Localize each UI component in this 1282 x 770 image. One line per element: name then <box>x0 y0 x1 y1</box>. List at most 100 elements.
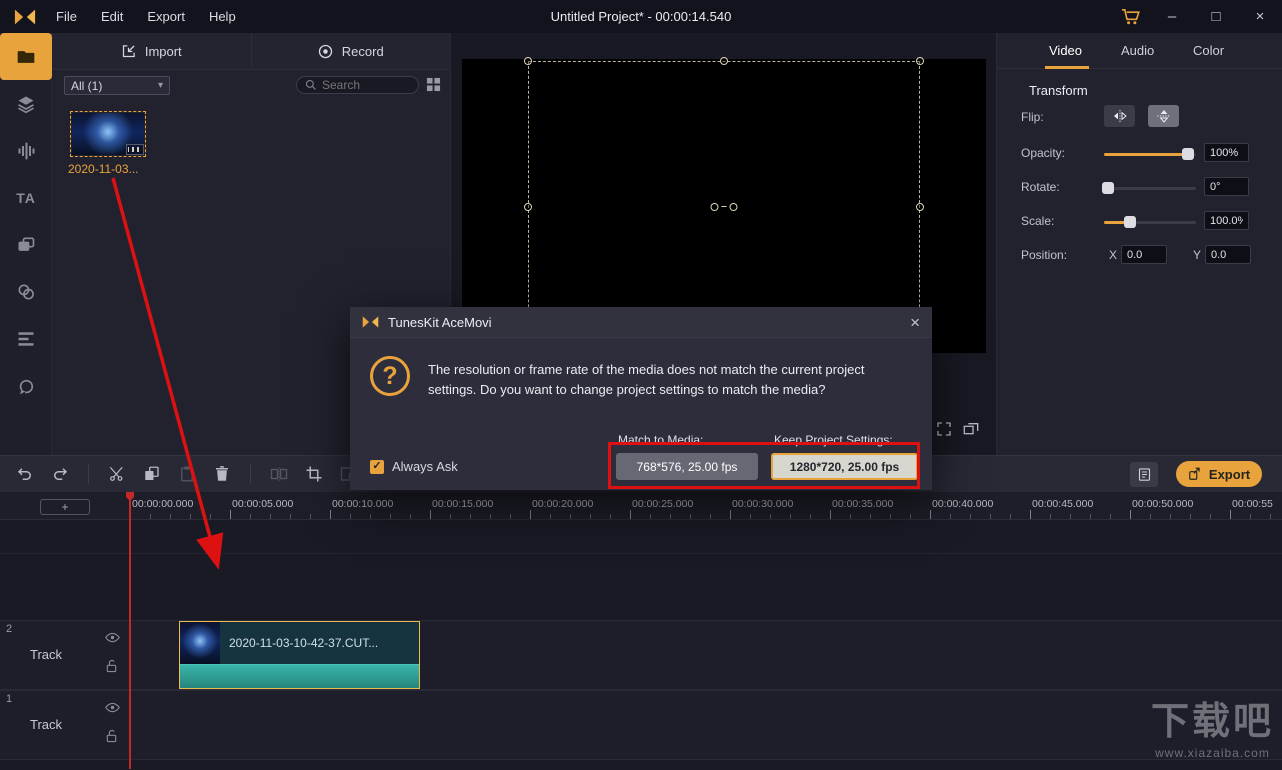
titlebar: File Edit Export Help Untitled Project* … <box>0 0 1282 33</box>
always-ask-checkbox[interactable]: ✓ <box>370 459 384 474</box>
duplicate-icon[interactable] <box>143 465 161 483</box>
add-track-button[interactable]: + <box>40 499 90 515</box>
import-icon <box>121 44 136 59</box>
sidebar-item-text[interactable]: TA <box>0 174 52 221</box>
toolbar-divider <box>250 464 251 484</box>
behaviors-icon <box>16 376 36 396</box>
eye-visibility-icon[interactable] <box>105 702 120 713</box>
lock-icon[interactable] <box>105 659 118 673</box>
scale-value-field[interactable] <box>1204 211 1249 230</box>
rotate-slider-knob[interactable] <box>1102 182 1114 194</box>
sidebar-item-behaviors[interactable] <box>0 362 52 409</box>
flip-vertical-button[interactable] <box>1148 105 1179 127</box>
dialog-close-icon[interactable]: × <box>910 314 920 331</box>
sidebar-item-elements[interactable] <box>0 80 52 127</box>
search-icon <box>305 79 317 91</box>
position-y-field[interactable] <box>1205 245 1251 264</box>
always-ask-label: Always Ask <box>392 459 458 474</box>
opacity-slider[interactable] <box>1104 148 1196 160</box>
handle-top-right[interactable] <box>916 57 924 65</box>
store-cart-icon[interactable] <box>1110 0 1150 33</box>
tab-import[interactable]: Import <box>52 33 252 69</box>
anchor-dash <box>721 206 727 207</box>
sidebar-item-media[interactable] <box>0 33 52 80</box>
tab-record[interactable]: Record <box>252 33 451 69</box>
question-icon: ? <box>370 356 410 396</box>
media-filter-row: All (1) ▾ <box>52 70 450 101</box>
sidebar-item-audio[interactable] <box>0 127 52 174</box>
tab-audio[interactable]: Audio <box>1121 43 1154 58</box>
lock-icon[interactable] <box>105 729 118 743</box>
timeline-tracks-area: 2 Track 1 Track 2020-11-03-10-42-37.CUT.… <box>0 520 1282 770</box>
chevron-down-icon: ▾ <box>157 80 163 91</box>
opacity-value-field[interactable] <box>1204 143 1249 162</box>
timeline-clip[interactable]: 2020-11-03-10-42-37.CUT... <box>179 621 420 689</box>
undo-icon[interactable] <box>16 465 34 483</box>
handle-top-left[interactable] <box>524 57 532 65</box>
export-button[interactable]: Export <box>1176 461 1262 487</box>
timeline-ruler[interactable]: + 00:00:00.000 00:00:05.000 00:00:10.000… <box>0 492 1282 520</box>
dialog-header[interactable]: TunesKit AceMovi × <box>350 307 932 338</box>
center-anchor-handle[interactable] <box>710 202 738 211</box>
menu-file[interactable]: File <box>56 9 77 24</box>
compare-view-icon[interactable] <box>963 421 979 437</box>
fullscreen-icon[interactable] <box>936 421 952 437</box>
clip-label: 2020-11-03-10-42-37.CUT... <box>229 636 379 650</box>
handle-middle-left[interactable] <box>524 202 532 211</box>
always-ask-option[interactable]: ✓ Always Ask <box>370 459 458 474</box>
sidebar-item-filters[interactable] <box>0 268 52 315</box>
layers-icon <box>16 94 36 114</box>
rotate-slider[interactable] <box>1102 182 1196 194</box>
menu-edit[interactable]: Edit <box>101 9 123 24</box>
opacity-slider-knob[interactable] <box>1182 148 1194 160</box>
track-row-1[interactable]: 1 Track <box>0 690 1282 760</box>
menu-help[interactable]: Help <box>209 9 236 24</box>
media-filter-dropdown[interactable]: All (1) ▾ <box>64 76 170 95</box>
media-search[interactable] <box>296 76 419 94</box>
window-controls: – □ × <box>1110 0 1282 33</box>
flip-horizontal-button[interactable] <box>1104 105 1135 127</box>
transitions-icon <box>16 235 36 255</box>
search-input[interactable] <box>322 78 410 92</box>
track-2-header: 2 Track <box>0 621 130 689</box>
media-library-item[interactable]: 2020-11-03... <box>68 111 162 176</box>
clip-video-section: 2020-11-03-10-42-37.CUT... <box>180 622 419 664</box>
rotate-value-field[interactable] <box>1204 177 1249 196</box>
tab-video[interactable]: Video <box>1049 43 1082 58</box>
maximize-button[interactable]: □ <box>1194 0 1238 33</box>
render-log-button[interactable] <box>1130 461 1158 487</box>
delete-icon[interactable] <box>213 465 231 483</box>
preview-actions <box>936 421 979 437</box>
crop-icon[interactable] <box>305 465 323 483</box>
playhead-line[interactable] <box>129 492 131 769</box>
ruler-timestamp: 00:00:35.000 <box>832 498 894 510</box>
redo-icon[interactable] <box>51 465 69 483</box>
position-x-field[interactable] <box>1121 245 1167 264</box>
app-window: File Edit Export Help Untitled Project* … <box>0 0 1282 770</box>
split-icon[interactable] <box>270 465 288 483</box>
export-icon <box>1188 467 1202 481</box>
clip-thumbnail <box>180 622 220 664</box>
paste-icon[interactable] <box>178 465 196 483</box>
handle-middle-right[interactable] <box>916 202 924 211</box>
folder-icon <box>16 47 36 67</box>
grid-view-icon[interactable] <box>426 77 441 92</box>
scale-slider[interactable] <box>1104 216 1196 228</box>
cut-icon[interactable] <box>108 465 126 483</box>
track-number: 2 <box>6 623 13 635</box>
scale-slider-knob[interactable] <box>1124 216 1136 228</box>
clip-audio-section <box>180 664 419 688</box>
handle-top-center[interactable] <box>720 57 728 65</box>
sidebar-item-transitions[interactable] <box>0 221 52 268</box>
menu-export[interactable]: Export <box>147 9 185 24</box>
media-thumbnail[interactable] <box>70 111 146 157</box>
ruler-timestamp: 00:00:30.000 <box>732 498 794 510</box>
anchor-ring-icon <box>710 202 719 211</box>
close-button[interactable]: × <box>1238 0 1282 33</box>
minimize-button[interactable]: – <box>1150 0 1194 33</box>
tab-color[interactable]: Color <box>1193 43 1224 58</box>
filters-icon <box>16 282 36 302</box>
eye-visibility-icon[interactable] <box>105 632 120 643</box>
rotate-label: Rotate: <box>1021 180 1060 194</box>
sidebar-item-split-screen[interactable] <box>0 315 52 362</box>
